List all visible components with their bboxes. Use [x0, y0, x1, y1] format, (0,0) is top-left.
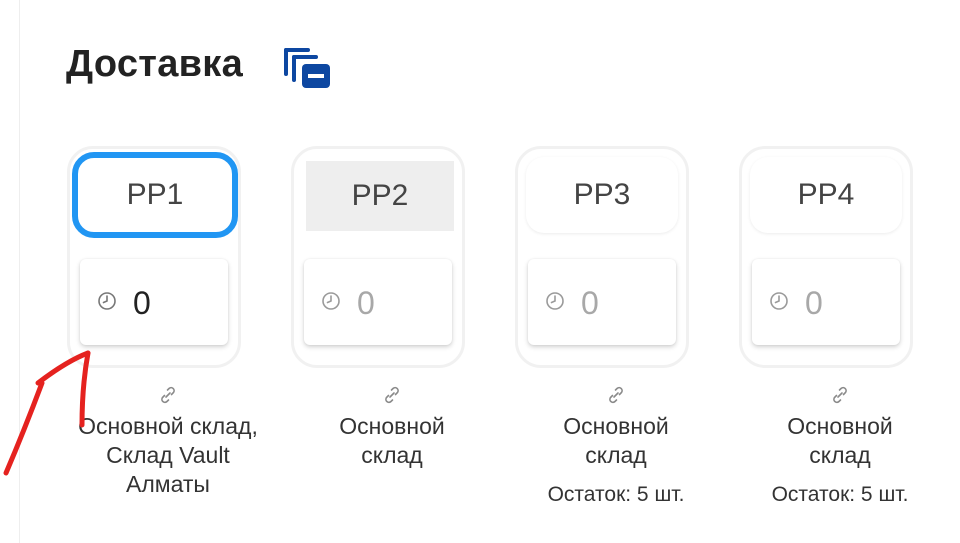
- delivery-count-value: 0: [805, 285, 823, 321]
- link-icon[interactable]: [381, 384, 403, 406]
- delivery-point-card-pp3[interactable]: PP3 0: [515, 146, 689, 368]
- warehouse-label: Основной склад: [563, 413, 669, 468]
- delivery-count-value: 0: [357, 285, 375, 321]
- clock-icon: [98, 292, 116, 310]
- delivery-count-value: 0: [581, 285, 599, 321]
- link-icon[interactable]: [605, 384, 627, 406]
- delivery-point-card-pp1[interactable]: PP1 0: [67, 146, 241, 368]
- delivery-count-box-pp3[interactable]: 0: [528, 259, 676, 345]
- delivery-count-box-pp4[interactable]: 0: [752, 259, 900, 345]
- clock-icon: [546, 292, 564, 310]
- link-icon[interactable]: [157, 384, 179, 406]
- stock-label: Остаток: 5 шт.: [547, 483, 685, 506]
- delivery-point-name-pp1[interactable]: PP1: [72, 152, 238, 238]
- warehouse-label: Основной склад, Склад Vault Алматы: [78, 413, 258, 497]
- delivery-point-name-pp3[interactable]: PP3: [526, 157, 678, 233]
- delivery-point-card-pp4[interactable]: PP4 0: [739, 146, 913, 368]
- delivery-count-box-pp1[interactable]: 0: [80, 259, 228, 345]
- delivery-point-name-pp2[interactable]: PP2: [306, 161, 454, 231]
- delivery-point-card-pp2[interactable]: PP2 0: [291, 146, 465, 368]
- link-icon[interactable]: [829, 384, 851, 406]
- stock-label: Остаток: 5 шт.: [771, 483, 909, 506]
- red-arrow-annotation: [3, 350, 91, 476]
- warehouse-label: Основной склад: [787, 413, 893, 468]
- delivery-count-box-pp2[interactable]: 0: [304, 259, 452, 345]
- copy-icon[interactable]: [282, 44, 332, 90]
- delivery-point-name-pp4[interactable]: PP4: [750, 157, 902, 233]
- clock-icon: [770, 292, 788, 310]
- clock-icon: [322, 292, 340, 310]
- section-title: Доставка: [66, 43, 244, 85]
- delivery-count-value: 0: [133, 285, 151, 321]
- warehouse-label: Основной склад: [339, 413, 445, 468]
